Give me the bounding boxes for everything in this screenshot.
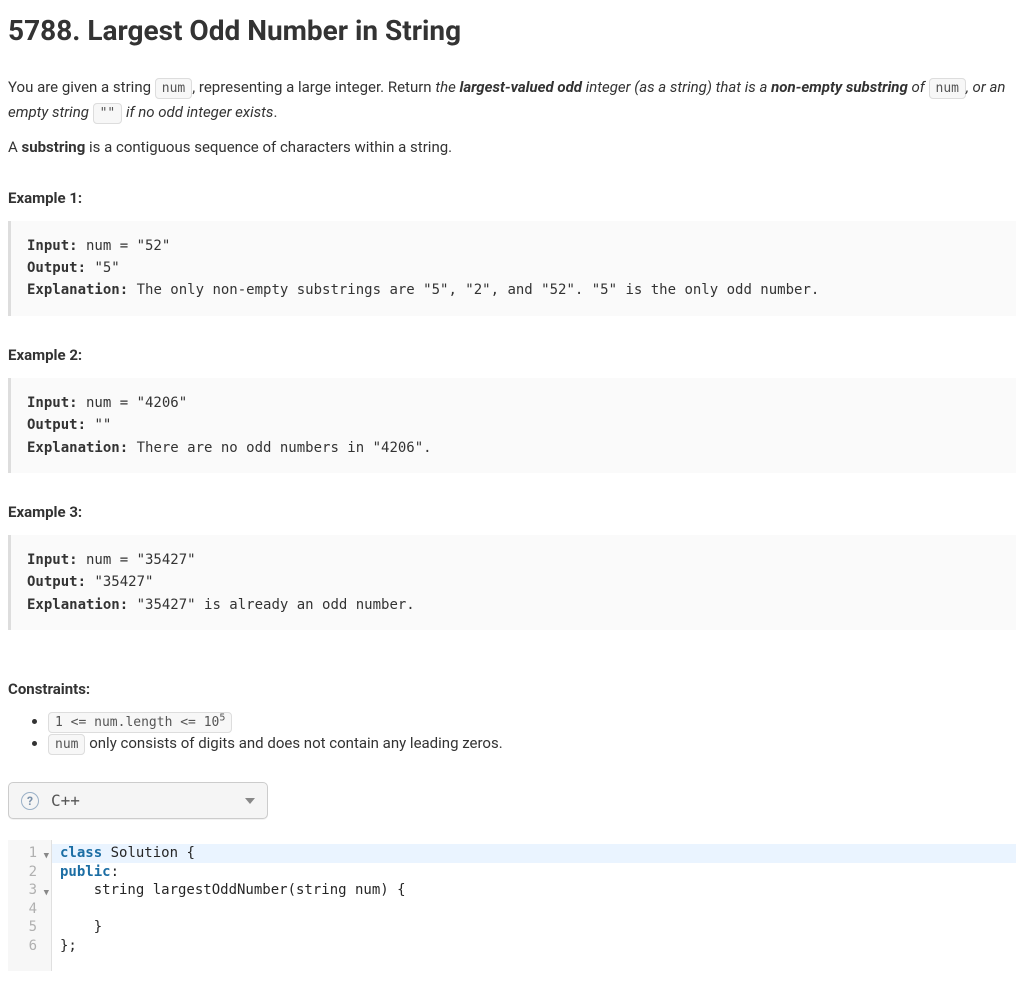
- desc-paragraph-2: A substring is a contiguous sequence of …: [8, 135, 1016, 159]
- explanation-label: Explanation:: [27, 282, 128, 298]
- gutter-line: 6: [18, 937, 47, 956]
- example-label-1: Example 1:: [8, 189, 1016, 207]
- constraint-item: num only consists of digits and does not…: [48, 734, 1016, 752]
- keyword: class: [60, 845, 102, 861]
- gutter-line: 1▼: [18, 844, 47, 863]
- constraint-item: 1 <= num.length <= 105: [48, 712, 1016, 730]
- example-block-3: Input: num = "35427" Output: "35427" Exp…: [8, 535, 1016, 630]
- example-label-3: Example 3:: [8, 503, 1016, 521]
- code-line[interactable]: public:: [52, 863, 1016, 882]
- gutter-line: 4: [18, 900, 47, 919]
- gutter-line: 2: [18, 863, 47, 882]
- inline-code-num: num: [155, 78, 192, 99]
- code-line[interactable]: };: [52, 937, 1016, 956]
- text: of: [908, 78, 929, 96]
- line-number: 3: [29, 882, 37, 898]
- text: the: [435, 78, 459, 96]
- language-text: C++: [51, 791, 237, 810]
- code-text: string largestOddNumber(string num) {: [60, 882, 406, 898]
- code-text: }: [60, 919, 102, 935]
- code-line[interactable]: string largestOddNumber(string num) {: [52, 881, 1016, 900]
- line-number: 4: [29, 901, 37, 917]
- output-label: Output:: [27, 417, 86, 433]
- explanation-label: Explanation:: [27, 440, 128, 456]
- example-block-2: Input: num = "4206" Output: "" Explanati…: [8, 378, 1016, 473]
- output-value: "5": [86, 260, 120, 276]
- code-text: :: [111, 864, 119, 880]
- output-value: "": [86, 417, 111, 433]
- input-label: Input:: [27, 238, 78, 254]
- problem-description: You are given a string num, representing…: [8, 75, 1016, 159]
- text: integer (as a string) that is a: [582, 78, 771, 96]
- help-icon: ?: [21, 792, 39, 810]
- input-value: num = "52": [78, 238, 171, 254]
- code-line[interactable]: }: [52, 918, 1016, 937]
- gutter-line: 5: [18, 918, 47, 937]
- code-text: [60, 901, 127, 917]
- text-strong: substring: [22, 138, 86, 156]
- input-value: num = "35427": [78, 552, 196, 568]
- inline-code-num: num: [48, 734, 85, 755]
- line-gutter: 1▼ 2 3▼ 4 5 6: [8, 840, 52, 971]
- explanation-label: Explanation:: [27, 597, 128, 613]
- input-label: Input:: [27, 395, 78, 411]
- code-area[interactable]: class Solution { public: string largestO…: [52, 840, 1016, 971]
- constraints-label: Constraints:: [8, 680, 1016, 698]
- constraints-list: 1 <= num.length <= 105 num only consists…: [8, 712, 1016, 752]
- output-value: "35427": [86, 574, 153, 590]
- code-text: Solution {: [102, 845, 195, 861]
- text-strong: largest-valued odd: [459, 78, 582, 96]
- desc-paragraph-1: You are given a string num, representing…: [8, 75, 1016, 125]
- keyword: public: [60, 864, 111, 880]
- code-line[interactable]: [52, 900, 1016, 919]
- problem-title: 5788. Largest Odd Number in String: [8, 14, 1016, 47]
- text: is a contiguous sequence of characters w…: [85, 138, 452, 156]
- line-number: 1: [29, 845, 37, 861]
- code-line[interactable]: class Solution {: [52, 844, 1016, 863]
- code-text: };: [60, 938, 77, 954]
- code-editor[interactable]: 1▼ 2 3▼ 4 5 6 class Solution { public: s…: [8, 839, 1016, 971]
- example-label-2: Example 2:: [8, 346, 1016, 364]
- text: You are given a string: [8, 78, 155, 96]
- input-label: Input:: [27, 552, 78, 568]
- text: only consists of digits and does not con…: [85, 734, 502, 752]
- superscript: 5: [219, 713, 225, 724]
- line-number: 6: [29, 938, 37, 954]
- text: 1 <= num.length <= 10: [55, 715, 219, 730]
- language-select[interactable]: ? C++: [8, 782, 268, 819]
- input-value: num = "4206": [78, 395, 188, 411]
- line-number: 2: [29, 864, 37, 880]
- inline-code-num: num: [929, 78, 966, 99]
- inline-code-empty: "": [93, 103, 123, 124]
- text: .: [273, 103, 277, 121]
- text: , representing a large integer. Return: [192, 78, 435, 96]
- output-label: Output:: [27, 574, 86, 590]
- chevron-down-icon: [245, 798, 255, 804]
- text: A: [8, 138, 22, 156]
- example-block-1: Input: num = "52" Output: "5" Explanatio…: [8, 221, 1016, 316]
- text-strong: non-empty substring: [771, 78, 908, 96]
- explanation-value: "35427" is already an odd number.: [128, 597, 415, 613]
- explanation-value: The only non-empty substrings are "5", "…: [128, 282, 819, 298]
- gutter-line: 3▼: [18, 881, 47, 900]
- line-number: 5: [29, 919, 37, 935]
- text: if no odd integer exists: [122, 103, 273, 121]
- inline-code-constraint: 1 <= num.length <= 105: [48, 712, 232, 733]
- output-label: Output:: [27, 260, 86, 276]
- explanation-value: There are no odd numbers in "4206".: [128, 440, 431, 456]
